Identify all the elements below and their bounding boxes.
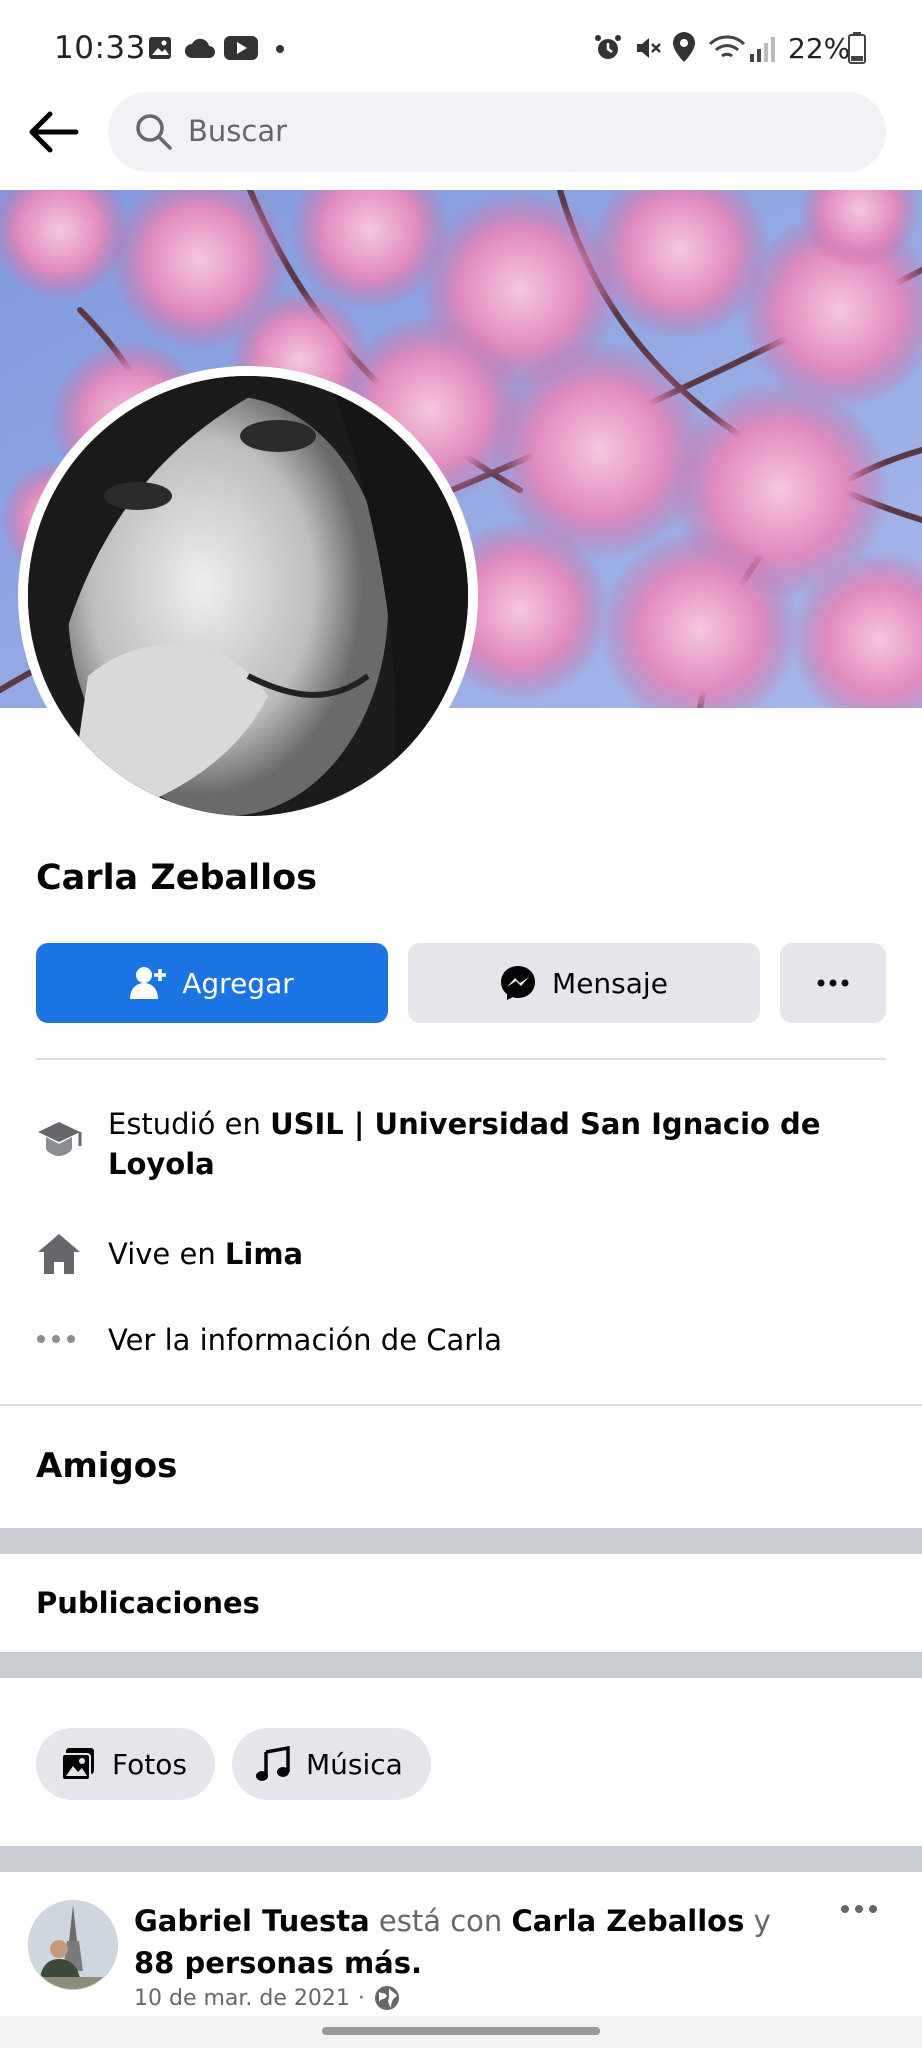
messenger-icon — [500, 965, 536, 1001]
post-author[interactable]: Gabriel Tuesta — [134, 1904, 370, 1938]
photos-label: Fotos — [112, 1747, 187, 1781]
status-bar: 10:33 22% — [0, 0, 922, 92]
see-info-label: Ver la información de Carla — [108, 1323, 503, 1357]
image-icon — [148, 36, 172, 60]
graduation-cap-icon — [36, 1116, 82, 1160]
section-separator — [0, 1528, 922, 1554]
more-dots-icon — [36, 1334, 76, 1344]
meta-separator: · — [357, 1985, 365, 2011]
post-tagged-user[interactable]: Carla Zeballos — [512, 1904, 745, 1938]
add-friend-icon — [130, 965, 167, 1001]
search-input[interactable]: Buscar — [108, 92, 886, 172]
search-icon — [134, 112, 174, 152]
message-label: Mensaje — [552, 966, 668, 1000]
dot-icon — [276, 45, 284, 53]
wifi-icon — [708, 34, 746, 62]
home-gesture-bar[interactable] — [322, 2027, 600, 2035]
location-icon — [672, 32, 696, 62]
divider — [36, 1058, 886, 1060]
music-chip[interactable]: Música — [232, 1728, 431, 1800]
post-date[interactable]: 10 de mar. de 2021 — [134, 1986, 350, 2011]
more-options-button[interactable] — [780, 943, 886, 1023]
more-dots-icon — [841, 1905, 877, 1913]
battery-icon — [848, 32, 866, 64]
friends-heading[interactable]: Amigos — [36, 1446, 177, 1486]
search-placeholder: Buscar — [188, 114, 288, 148]
photos-chip[interactable]: Fotos — [36, 1728, 215, 1800]
youtube-icon — [224, 36, 258, 60]
add-friend-label: Agregar — [182, 966, 294, 1000]
posts-heading: Publicaciones — [36, 1586, 260, 1620]
status-time: 10:33 — [54, 30, 146, 66]
post-others[interactable]: 88 personas más. — [134, 1946, 422, 1980]
alarm-icon — [594, 34, 622, 62]
photos-icon — [60, 1746, 96, 1782]
post-author-avatar[interactable] — [28, 1900, 118, 1990]
avatar — [28, 376, 468, 816]
back-button[interactable] — [26, 104, 82, 160]
mute-icon — [634, 34, 662, 62]
globe-icon — [373, 1984, 401, 2012]
post-and-text: y — [744, 1904, 771, 1938]
post-with-text: está con — [369, 1904, 512, 1938]
profile-picture[interactable] — [18, 366, 478, 826]
signal-icon — [750, 36, 776, 62]
info-education: Estudió en USIL | Universidad San Ignaci… — [36, 1104, 886, 1188]
post-header-text: Gabriel Tuesta está con Carla Zeballos y… — [134, 1900, 814, 1984]
post-meta: 10 de mar. de 2021 · — [134, 1984, 401, 2012]
home-icon — [36, 1232, 82, 1276]
battery-percent: 22% — [788, 32, 851, 65]
section-divider — [0, 1404, 922, 1406]
location-place[interactable]: Lima — [225, 1237, 303, 1271]
section-separator — [0, 1652, 922, 1678]
post-options-button[interactable] — [840, 1904, 878, 1914]
music-label: Música — [306, 1747, 403, 1781]
more-dots-icon — [817, 979, 849, 987]
music-note-icon — [256, 1746, 290, 1782]
info-location: Vive en Lima — [36, 1232, 886, 1276]
arrow-left-icon — [29, 111, 79, 153]
location-prefix: Vive en — [108, 1237, 225, 1271]
message-button[interactable]: Mensaje — [408, 943, 760, 1023]
profile-name: Carla Zeballos — [36, 858, 318, 898]
cloud-icon — [184, 38, 216, 58]
see-info-link[interactable]: Ver la información de Carla — [36, 1318, 886, 1362]
section-separator — [0, 1846, 922, 1872]
add-friend-button[interactable]: Agregar — [36, 943, 388, 1023]
education-prefix: Estudió en — [108, 1107, 271, 1141]
